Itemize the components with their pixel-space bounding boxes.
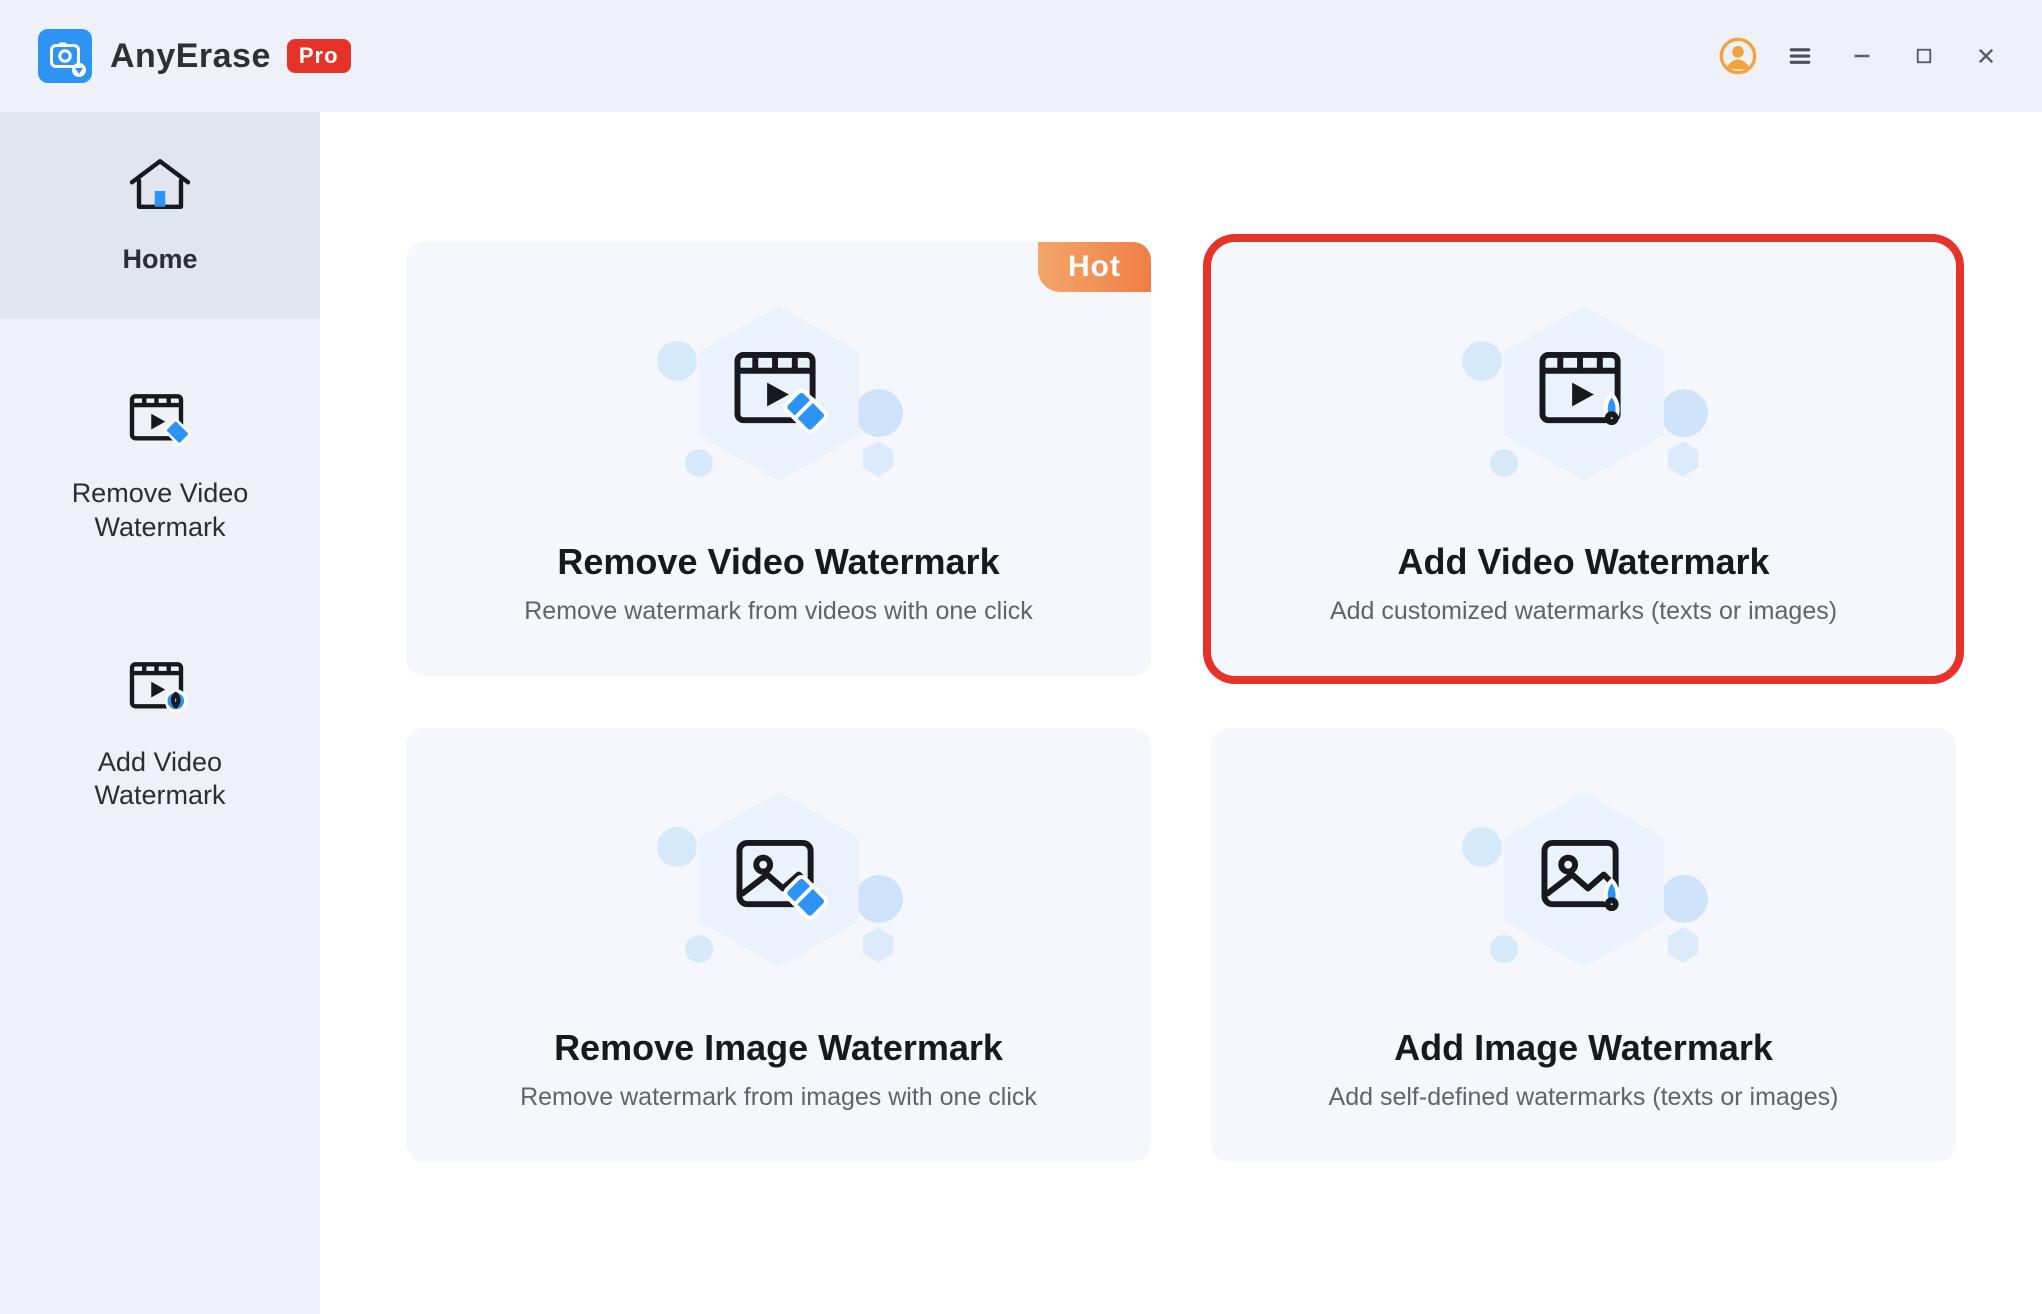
image-add-icon: [1534, 835, 1634, 925]
card-subtitle: Remove watermark from videos with one cl…: [524, 597, 1033, 626]
card-title: Remove Image Watermark: [554, 1027, 1003, 1069]
menu-icon[interactable]: [1772, 28, 1828, 84]
video-erase-icon: [125, 389, 195, 458]
card-graphic: [1454, 293, 1714, 513]
sidebar-item-home[interactable]: Home: [0, 112, 320, 319]
sidebar-item-label: Home: [122, 243, 197, 277]
maximize-button[interactable]: [1896, 28, 1952, 84]
card-remove-image-watermark[interactable]: Remove Image Watermark Remove watermark …: [406, 728, 1151, 1162]
card-remove-video-watermark[interactable]: Hot: [406, 242, 1151, 676]
video-erase-icon: [729, 349, 829, 439]
app-name: AnyErase: [110, 37, 271, 76]
sidebar-item-remove-video-watermark[interactable]: Remove Video Watermark: [0, 347, 320, 587]
sidebar-item-label: Add Video Watermark: [94, 746, 225, 814]
card-subtitle: Add customized watermarks (texts or imag…: [1330, 597, 1837, 626]
video-add-icon: [125, 657, 195, 726]
card-add-video-watermark[interactable]: Add Video Watermark Add customized water…: [1211, 242, 1956, 676]
close-button[interactable]: [1958, 28, 2014, 84]
hot-badge: Hot: [1038, 242, 1151, 292]
card-graphic: [649, 293, 909, 513]
card-title: Add Video Watermark: [1397, 541, 1769, 583]
main-content: Hot: [320, 112, 2042, 1314]
app-logo-icon: [38, 29, 92, 83]
video-add-icon: [1534, 349, 1634, 439]
sidebar: Home Remove Video Watermark: [0, 112, 320, 1314]
pro-badge: Pro: [287, 39, 351, 73]
image-erase-icon: [729, 835, 829, 925]
home-icon: [125, 154, 195, 223]
card-subtitle: Remove watermark from images with one cl…: [520, 1083, 1037, 1112]
titlebar: AnyErase Pro: [0, 0, 2042, 112]
card-add-image-watermark[interactable]: Add Image Watermark Add self-defined wat…: [1211, 728, 1956, 1162]
minimize-button[interactable]: [1834, 28, 1890, 84]
card-subtitle: Add self-defined watermarks (texts or im…: [1329, 1083, 1839, 1112]
user-account-icon[interactable]: [1710, 28, 1766, 84]
sidebar-item-add-video-watermark[interactable]: Add Video Watermark: [0, 615, 320, 855]
feature-grid: Hot: [406, 242, 1956, 1162]
card-graphic: [1454, 779, 1714, 999]
sidebar-item-label: Remove Video Watermark: [72, 477, 249, 545]
card-graphic: [649, 779, 909, 999]
card-title: Remove Video Watermark: [557, 541, 999, 583]
card-title: Add Image Watermark: [1394, 1027, 1773, 1069]
